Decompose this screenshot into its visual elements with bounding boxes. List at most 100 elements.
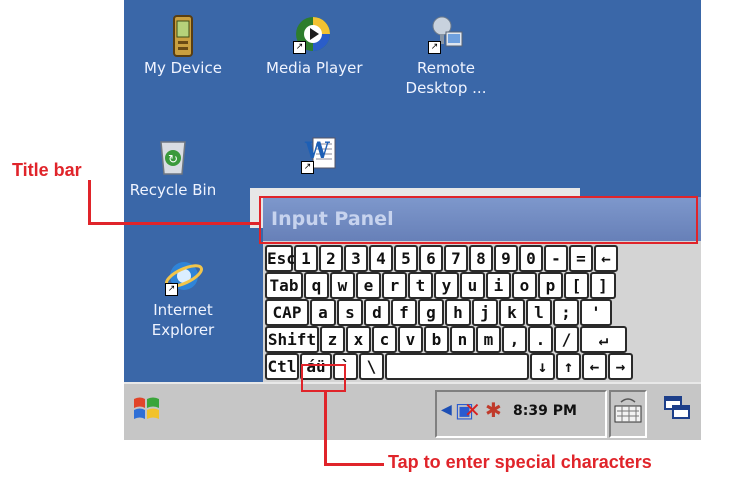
key-l[interactable]: l [526, 299, 552, 326]
key-right-bracket[interactable]: ] [590, 272, 616, 299]
keyboard-row: Esc 1 2 3 4 5 6 7 8 9 0- = ← [265, 245, 634, 272]
key-ctrl[interactable]: Ctl [265, 353, 299, 380]
keyboard-button[interactable] [609, 390, 647, 438]
key-y[interactable]: y [434, 272, 459, 299]
key-left-arrow[interactable]: ← [582, 353, 607, 380]
special-characters-annotation: Tap to enter special characters [388, 452, 652, 472]
key-e[interactable]: e [356, 272, 381, 299]
key-a[interactable]: a [310, 299, 336, 326]
key-right-arrow[interactable]: → [608, 353, 633, 380]
shortcut-arrow-icon: ↗ [428, 41, 441, 54]
shortcut-arrow-icon: ↗ [301, 161, 314, 174]
key-1[interactable]: 1 [294, 245, 318, 272]
key-backslash[interactable]: \ [359, 353, 384, 380]
desktop-icon-recycle-bin[interactable]: ↻ Recycle Bin [128, 136, 218, 200]
title-bar-annotation: Title bar [12, 160, 82, 180]
title-bar-highlight [259, 196, 698, 244]
wordpad-icon: W ↗ [299, 134, 339, 174]
soft-keyboard: Esc 1 2 3 4 5 6 7 8 9 0- = ← Tab q w e r t y u i o p[] CAP a s d f… [265, 245, 634, 380]
shortcut-arrow-icon: ↗ [165, 283, 178, 296]
my-device-icon [163, 14, 203, 57]
key-enter[interactable]: ↵ [580, 326, 627, 353]
key-z[interactable]: z [320, 326, 345, 353]
media-player-icon: ↗ [291, 14, 331, 54]
key-3[interactable]: 3 [344, 245, 368, 272]
title-bar-leader-vertical [88, 180, 91, 225]
desktop-icon-internet-explorer[interactable]: ↗ Internet Explorer [138, 256, 228, 340]
key-s[interactable]: s [337, 299, 363, 326]
volume-icon[interactable]: ◀ [441, 402, 452, 418]
key-semicolon[interactable]: ; [553, 299, 579, 326]
keyboard-icon [614, 398, 642, 423]
keyboard-row: Tab q w e r t y u i o p[] [265, 272, 634, 299]
key-g[interactable]: g [418, 299, 444, 326]
key-up-arrow[interactable]: ↑ [556, 353, 581, 380]
key-u[interactable]: u [460, 272, 485, 299]
key-b[interactable]: b [424, 326, 449, 353]
x-mark-icon: ✕ [464, 398, 481, 422]
key-down-arrow[interactable]: ↓ [530, 353, 555, 380]
key-t[interactable]: t [408, 272, 433, 299]
desktop-icon-remote-desktop[interactable]: ↗ Remote Desktop ... [401, 14, 491, 98]
key-caps-lock[interactable]: CAP [265, 299, 309, 326]
keyboard-row: Shift z x c v b n m,. / ↵ [265, 326, 634, 353]
special-characters-highlight [301, 364, 346, 392]
key-v[interactable]: v [398, 326, 423, 353]
key-8[interactable]: 8 [469, 245, 493, 272]
key-0[interactable]: 0 [519, 245, 543, 272]
key-n[interactable]: n [450, 326, 475, 353]
windows-flag-icon[interactable] [130, 392, 164, 426]
key-p[interactable]: p [538, 272, 563, 299]
key-5[interactable]: 5 [394, 245, 418, 272]
desktop-icon-label: My Device [144, 59, 222, 77]
key-o[interactable]: o [512, 272, 537, 299]
shortcut-arrow-icon: ↗ [293, 41, 306, 54]
connection-icon[interactable]: ✱ [485, 398, 502, 422]
key-j[interactable]: j [472, 299, 498, 326]
desktop-icon-wordpad[interactable]: W ↗ [274, 134, 364, 178]
key-esc[interactable]: Esc [265, 245, 296, 272]
key-minus[interactable]: - [544, 245, 568, 272]
key-6[interactable]: 6 [419, 245, 443, 272]
desktop-icon-media-player[interactable]: ↗ Media Player [266, 14, 363, 78]
desktop-icon-label: Media Player [266, 59, 363, 77]
key-f[interactable]: f [391, 299, 417, 326]
remote-desktop-icon: ↗ [426, 14, 466, 54]
key-comma[interactable]: , [502, 326, 527, 353]
special-characters-leader-vertical [324, 392, 327, 466]
system-tray: ◀ ▣ ✕ ✱ 8:39 PM [435, 390, 607, 438]
key-m[interactable]: m [476, 326, 501, 353]
key-c[interactable]: c [372, 326, 397, 353]
key-2[interactable]: 2 [319, 245, 343, 272]
key-h[interactable]: h [445, 299, 471, 326]
key-left-bracket[interactable]: [ [564, 272, 589, 299]
svg-text:↻: ↻ [168, 152, 178, 166]
key-period[interactable]: . [528, 326, 553, 353]
desktop-icon-my-device[interactable]: My Device [138, 14, 228, 78]
desktop-icon-label: Remote Desktop ... [405, 59, 487, 97]
key-9[interactable]: 9 [494, 245, 518, 272]
key-backspace[interactable]: ← [594, 245, 618, 272]
key-4[interactable]: 4 [369, 245, 393, 272]
desktop-icon-label: Recycle Bin [129, 181, 217, 199]
key-slash[interactable]: / [554, 326, 579, 353]
taskbar: ◀ ▣ ✕ ✱ 8:39 PM [124, 382, 701, 440]
show-desktop-icon[interactable] [662, 394, 692, 424]
key-tab[interactable]: Tab [265, 272, 303, 299]
key-w[interactable]: w [330, 272, 355, 299]
key-x[interactable]: x [346, 326, 371, 353]
special-characters-leader-horizontal [324, 463, 384, 466]
key-equals[interactable]: = [569, 245, 593, 272]
key-apostrophe[interactable]: ' [580, 299, 612, 326]
key-7[interactable]: 7 [444, 245, 468, 272]
key-space[interactable] [385, 353, 529, 380]
key-q[interactable]: q [304, 272, 329, 299]
key-i[interactable]: i [486, 272, 511, 299]
key-d[interactable]: d [364, 299, 390, 326]
desktop-icon-label: Internet Explorer [151, 301, 215, 339]
clock[interactable]: 8:39 PM [513, 403, 577, 419]
keyboard-row: CAP a s d f g h j k l; ' [265, 299, 634, 326]
key-r[interactable]: r [382, 272, 407, 299]
key-k[interactable]: k [499, 299, 525, 326]
key-shift[interactable]: Shift [265, 326, 319, 353]
